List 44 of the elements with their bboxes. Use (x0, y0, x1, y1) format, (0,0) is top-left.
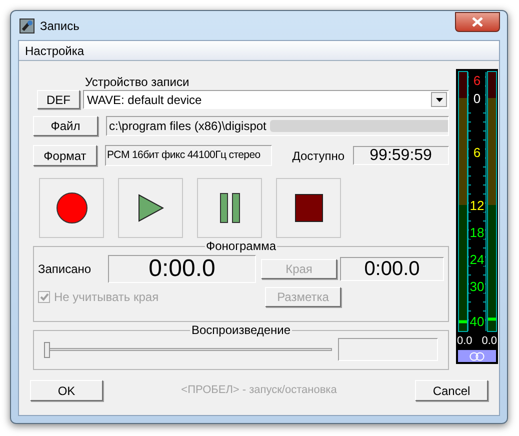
hint-text: <ПРОБЕЛ> - запуск/остановка (180, 383, 338, 398)
file-path-field[interactable]: c:\program files (x86)\digispot (106, 116, 449, 136)
scale-label: 40 (470, 314, 484, 329)
menu-tab[interactable]: Настройка (19, 41, 90, 60)
meter-reading: 0.0 (482, 335, 497, 348)
device-label: Устройство записи (85, 75, 190, 89)
format-field: PCM 16бит фикс 44100Гц стерео (104, 145, 272, 166)
scale-label: 0 (473, 91, 481, 106)
recorded-label: Записано (38, 261, 92, 278)
window-title: Запись (40, 18, 80, 34)
group-title: Воспроизведение (191, 324, 291, 336)
meter-reading: 0.0 (457, 335, 472, 348)
recorded-time: 0:00.0 (108, 255, 256, 283)
play-icon (138, 194, 164, 222)
scale-label: 6 (473, 145, 481, 160)
rings-icon (469, 352, 485, 360)
stop-icon (294, 194, 322, 222)
available-label: Доступно (292, 148, 345, 164)
available-time: 99:59:59 (352, 146, 450, 165)
scale-label: 12 (470, 198, 484, 213)
stop-button[interactable] (276, 178, 341, 238)
def-button[interactable]: DEF (37, 90, 80, 109)
check-icon (40, 293, 48, 301)
scale-label: 24 (470, 252, 484, 267)
format-button[interactable]: Формат (33, 145, 97, 166)
scale-label: 6 (473, 73, 481, 88)
dropdown-arrow-icon (436, 98, 442, 102)
microphone-icon (19, 18, 35, 34)
record-icon (56, 192, 88, 224)
play-button[interactable] (118, 178, 183, 238)
edges-time: 0:00.0 (340, 257, 444, 281)
playback-slider[interactable] (44, 342, 332, 358)
device-dropdown[interactable]: WAVE: default device (83, 90, 449, 109)
close-button[interactable] (455, 12, 500, 32)
cancel-button[interactable]: Cancel (415, 380, 488, 401)
scale-label: 18 (470, 225, 484, 240)
pause-button[interactable] (197, 178, 262, 238)
group-title: Фонограмма (206, 240, 276, 252)
ok-button[interactable]: OK (30, 380, 103, 401)
scale-label: 30 (470, 279, 484, 294)
pause-icon (220, 193, 240, 223)
record-button[interactable] (39, 178, 104, 238)
file-button[interactable]: Файл (33, 116, 98, 136)
close-icon (472, 16, 483, 26)
